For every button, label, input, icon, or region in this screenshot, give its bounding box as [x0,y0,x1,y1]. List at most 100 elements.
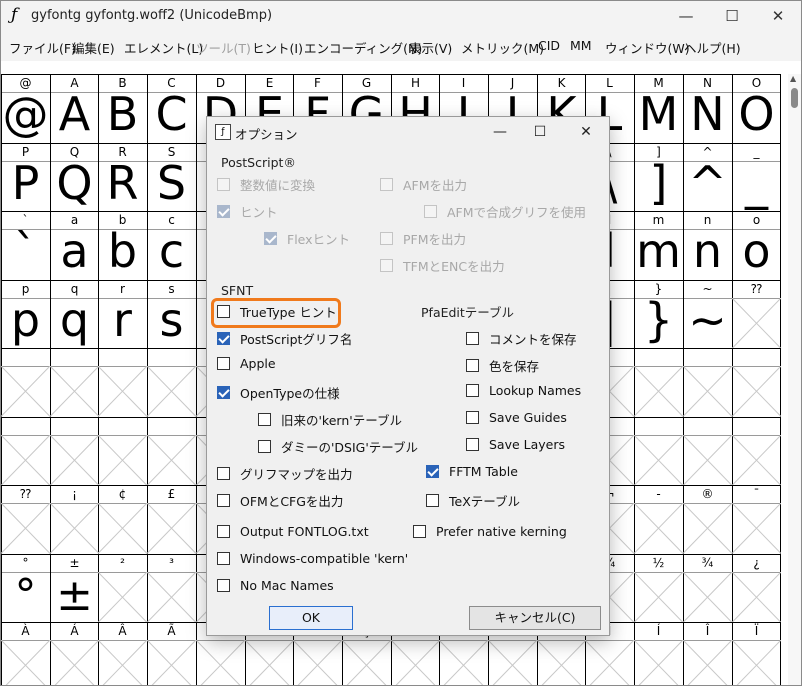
glyph-cell[interactable] [147,571,196,622]
glyph-cell[interactable]: C [147,87,196,143]
glyph-cell[interactable] [50,503,99,554]
output-afm-checkbox[interactable]: AFMを出力 [380,175,467,194]
glyph-cell[interactable] [147,434,196,485]
glyph-cell[interactable]: R [98,156,147,212]
glyph-cell[interactable]: ~ [683,293,732,349]
windows-kern-checkbox[interactable]: Windows-compatible 'kern' [217,551,408,566]
prefer-native-kerning-checkbox[interactable]: Prefer native kerning [413,524,567,539]
menu-item[interactable]: ファイル(F) [9,38,76,57]
output-pfm-checkbox[interactable]: PFMを出力 [380,229,466,248]
lookup-names-checkbox[interactable]: Lookup Names [466,383,581,398]
menu-item[interactable]: CID [538,38,560,53]
hints-checkbox[interactable]: ヒント [217,202,278,221]
glyph-cell[interactable]: n [683,224,732,280]
glyph-cell[interactable]: } [634,293,683,349]
glyph-cell[interactable] [391,640,440,685]
dialog-minimize-button[interactable]: — [485,120,515,144]
glyph-cell[interactable]: ] [634,156,683,212]
glyph-cell[interactable] [732,366,781,417]
glyph-cell[interactable] [683,434,732,485]
truetype-hints-checkbox[interactable]: TrueType ヒント [217,302,337,321]
glyph-cell[interactable] [98,571,147,622]
glyph-cell[interactable] [293,640,342,685]
glyph-cell[interactable]: o [732,224,781,280]
glyph-cell[interactable]: N [683,87,732,143]
save-comments-checkbox[interactable]: コメントを保存 [466,329,577,348]
glyph-cell[interactable] [1,434,50,485]
postscript-glyph-names-checkbox[interactable]: PostScriptグリフ名 [217,329,352,348]
save-guides-checkbox[interactable]: Save Guides [466,410,567,425]
glyph-cell[interactable]: b [98,224,147,280]
glyph-cell[interactable] [196,640,245,685]
output-glyph-map-checkbox[interactable]: グリフマップを出力 [217,464,353,483]
menu-item[interactable]: エレメント(L) [124,38,203,57]
glyph-cell[interactable] [1,366,50,417]
glyph-cell[interactable]: ° [1,570,50,623]
menu-item[interactable]: 編集(E) [72,38,115,57]
glyph-cell[interactable]: s [147,293,196,349]
glyph-cell[interactable]: @ [1,87,50,143]
cancel-button[interactable]: キャンセル(C) [469,606,601,630]
glyph-cell[interactable] [50,366,99,417]
glyph-cell[interactable]: B [98,87,147,143]
glyph-cell[interactable] [98,366,147,417]
glyph-cell[interactable] [98,503,147,554]
glyph-cell[interactable] [50,434,99,485]
glyph-cell[interactable] [537,640,586,685]
opentype-checkbox[interactable]: OpenTypeの仕様 [217,383,340,402]
minimize-button[interactable]: — [663,1,709,31]
vertical-scrollbar[interactable]: ▲ [788,74,801,685]
menu-item[interactable]: ウィンドウ(W) [605,38,690,57]
output-tfm-enc-checkbox[interactable]: TFMとENCを出力 [380,256,505,275]
glyph-cell[interactable]: S [147,156,196,212]
glyph-cell[interactable]: q [50,293,99,349]
glyph-cell[interactable] [585,640,634,685]
tex-table-checkbox[interactable]: TeXテーブル [426,491,520,510]
dummy-dsig-checkbox[interactable]: ダミーの'DSIG'テーブル [258,437,418,456]
glyph-cell[interactable] [147,503,196,554]
glyph-cell[interactable]: ^ [683,156,732,212]
glyph-cell[interactable]: Q [50,156,99,212]
glyph-cell[interactable]: ` [1,224,50,280]
glyph-cell[interactable] [732,503,781,554]
dialog-close-button[interactable]: ✕ [571,120,601,144]
glyph-cell[interactable] [342,640,391,685]
glyph-cell[interactable] [98,434,147,485]
output-ofm-cfg-checkbox[interactable]: OFMとCFGを出力 [217,491,343,510]
menu-item[interactable]: 表示(V) [409,38,452,57]
glyph-cell[interactable] [732,434,781,485]
glyph-cell[interactable]: r [98,293,147,349]
menu-item[interactable]: メトリック(M) [461,38,544,57]
flex-hints-checkbox[interactable]: Flexヒント [264,229,350,248]
glyph-cell[interactable] [488,640,537,685]
scroll-up-arrow-icon[interactable]: ▲ [790,74,796,83]
glyph-cell[interactable] [245,640,294,685]
glyph-cell[interactable]: _ [732,156,781,212]
glyph-cell[interactable] [683,503,732,554]
menu-item[interactable]: エンコーディング(N) [304,38,422,57]
glyph-cell[interactable]: A [50,87,99,143]
save-colors-checkbox[interactable]: 色を保存 [466,356,539,375]
glyph-cell[interactable] [634,434,683,485]
glyph-cell[interactable] [683,640,732,685]
no-mac-names-checkbox[interactable]: No Mac Names [217,578,334,593]
glyph-cell[interactable] [732,297,781,348]
glyph-cell[interactable] [1,503,50,554]
save-layers-checkbox[interactable]: Save Layers [466,437,565,452]
glyph-cell[interactable]: p [1,293,50,349]
apple-checkbox[interactable]: Apple [217,356,276,371]
glyph-cell[interactable] [732,640,781,685]
glyph-cell[interactable] [683,366,732,417]
maximize-button[interactable]: ☐ [709,1,755,31]
glyph-cell[interactable]: m [634,224,683,280]
glyph-cell[interactable] [147,366,196,417]
glyph-cell[interactable]: M [634,87,683,143]
ok-button[interactable]: OK [269,606,353,630]
glyph-cell[interactable]: P [1,156,50,212]
afm-composite-checkbox[interactable]: AFMで合成グリフを使用 [424,202,586,221]
scrollbar-thumb[interactable] [791,88,798,108]
glyph-cell[interactable] [50,640,99,685]
menu-item[interactable]: ヘルプ(H) [684,38,741,57]
glyph-cell[interactable]: a [50,224,99,280]
glyph-cell[interactable] [634,366,683,417]
